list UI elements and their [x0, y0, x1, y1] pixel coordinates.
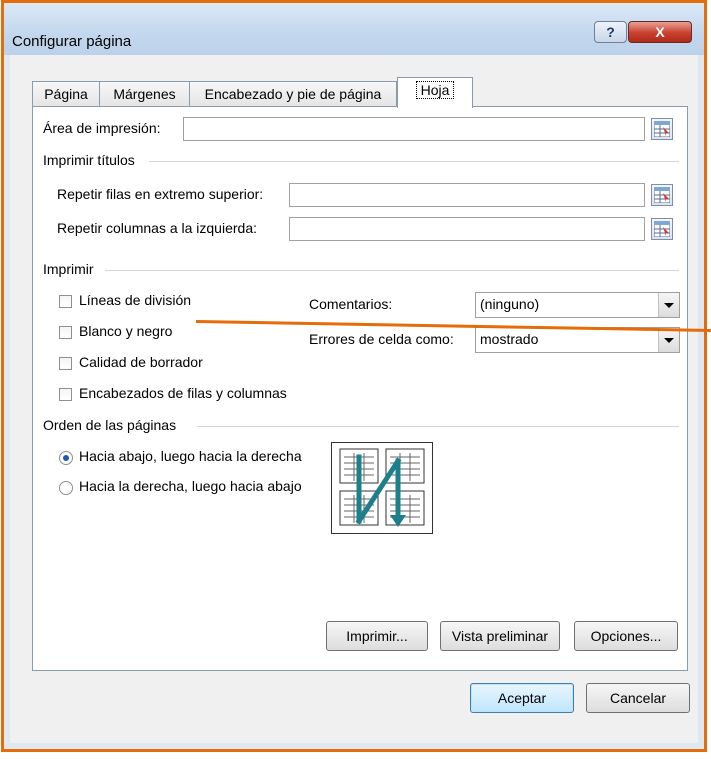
close-button[interactable]: X	[628, 21, 692, 43]
print-titles-group-label: Imprimir títulos	[43, 152, 135, 168]
repeat-rows-label: Repetir filas en extremo superior:	[57, 186, 264, 202]
dialog-frame: Configurar página ? X Página Márgenes En…	[1, 0, 707, 752]
tab-pagina[interactable]: Página	[32, 81, 100, 107]
group-divider	[105, 270, 679, 271]
ok-button[interactable]: Aceptar	[470, 683, 574, 713]
page-order-preview-icon	[331, 442, 433, 534]
repeat-rows-input[interactable]	[289, 183, 645, 207]
title-bar: Configurar página ? X	[4, 3, 704, 55]
gridlines-checkbox[interactable]	[59, 295, 72, 308]
gridlines-label: Líneas de división	[79, 292, 192, 308]
help-icon: ?	[606, 24, 615, 40]
repeat-cols-label: Repetir columnas a la izquierda:	[57, 220, 257, 236]
black-white-label: Blanco y negro	[79, 323, 173, 339]
tab-panel-hoja: Área de impresión: Imprimir títulos Repe…	[32, 106, 688, 671]
tab-label: Hoja	[415, 81, 455, 99]
help-button[interactable]: ?	[594, 21, 627, 43]
page-order-group-label: Orden de las páginas	[43, 417, 177, 433]
black-white-checkbox[interactable]	[59, 326, 72, 339]
cell-errors-label: Errores de celda como:	[309, 331, 454, 347]
comments-select[interactable]: (ninguno)	[475, 292, 680, 318]
cell-errors-value: mostrado	[480, 331, 539, 347]
comments-value: (ninguno)	[480, 296, 540, 312]
options-button[interactable]: Opciones...	[574, 621, 678, 651]
tab-label: Encabezado y pie de página	[204, 86, 382, 102]
tab-encabezado[interactable]: Encabezado y pie de página	[189, 81, 397, 107]
print-button[interactable]: Imprimir...	[326, 621, 428, 651]
repeat-cols-input[interactable]	[289, 217, 645, 241]
tab-margenes[interactable]: Márgenes	[99, 81, 190, 107]
draft-quality-label: Calidad de borrador	[79, 354, 203, 370]
print-area-label: Área de impresión:	[43, 120, 161, 136]
down-then-over-radio[interactable]	[59, 451, 73, 465]
dialog-body: Página Márgenes Encabezado y pie de pági…	[10, 55, 698, 743]
tab-hoja[interactable]: Hoja	[397, 77, 473, 108]
repeat-rows-collapse-button[interactable]	[651, 184, 673, 206]
down-then-over-label: Hacia abajo, luego hacia la derecha	[79, 448, 302, 464]
row-col-headings-checkbox[interactable]	[59, 388, 72, 401]
range-select-icon	[654, 187, 670, 203]
group-divider	[149, 161, 679, 162]
group-divider	[197, 426, 679, 427]
over-then-down-label: Hacia la derecha, luego hacia abajo	[79, 478, 302, 494]
cancel-button[interactable]: Cancelar	[586, 683, 690, 713]
over-then-down-radio[interactable]	[59, 481, 73, 495]
close-icon: X	[655, 24, 665, 40]
print-area-input[interactable]	[183, 117, 645, 141]
row-col-headings-label: Encabezados de filas y columnas	[79, 385, 287, 401]
print-preview-button[interactable]: Vista preliminar	[440, 621, 560, 651]
print-group-label: Imprimir	[43, 261, 94, 277]
dialog-title: Configurar página	[12, 33, 132, 50]
draft-quality-checkbox[interactable]	[59, 357, 72, 370]
print-area-collapse-button[interactable]	[651, 118, 673, 140]
chevron-down-icon[interactable]	[658, 328, 679, 352]
tab-label: Márgenes	[113, 86, 176, 102]
chevron-down-icon[interactable]	[658, 293, 679, 317]
repeat-cols-collapse-button[interactable]	[651, 218, 673, 240]
tab-label: Página	[44, 86, 88, 102]
range-select-icon	[654, 121, 670, 137]
range-select-icon	[654, 221, 670, 237]
comments-label: Comentarios:	[309, 296, 393, 312]
